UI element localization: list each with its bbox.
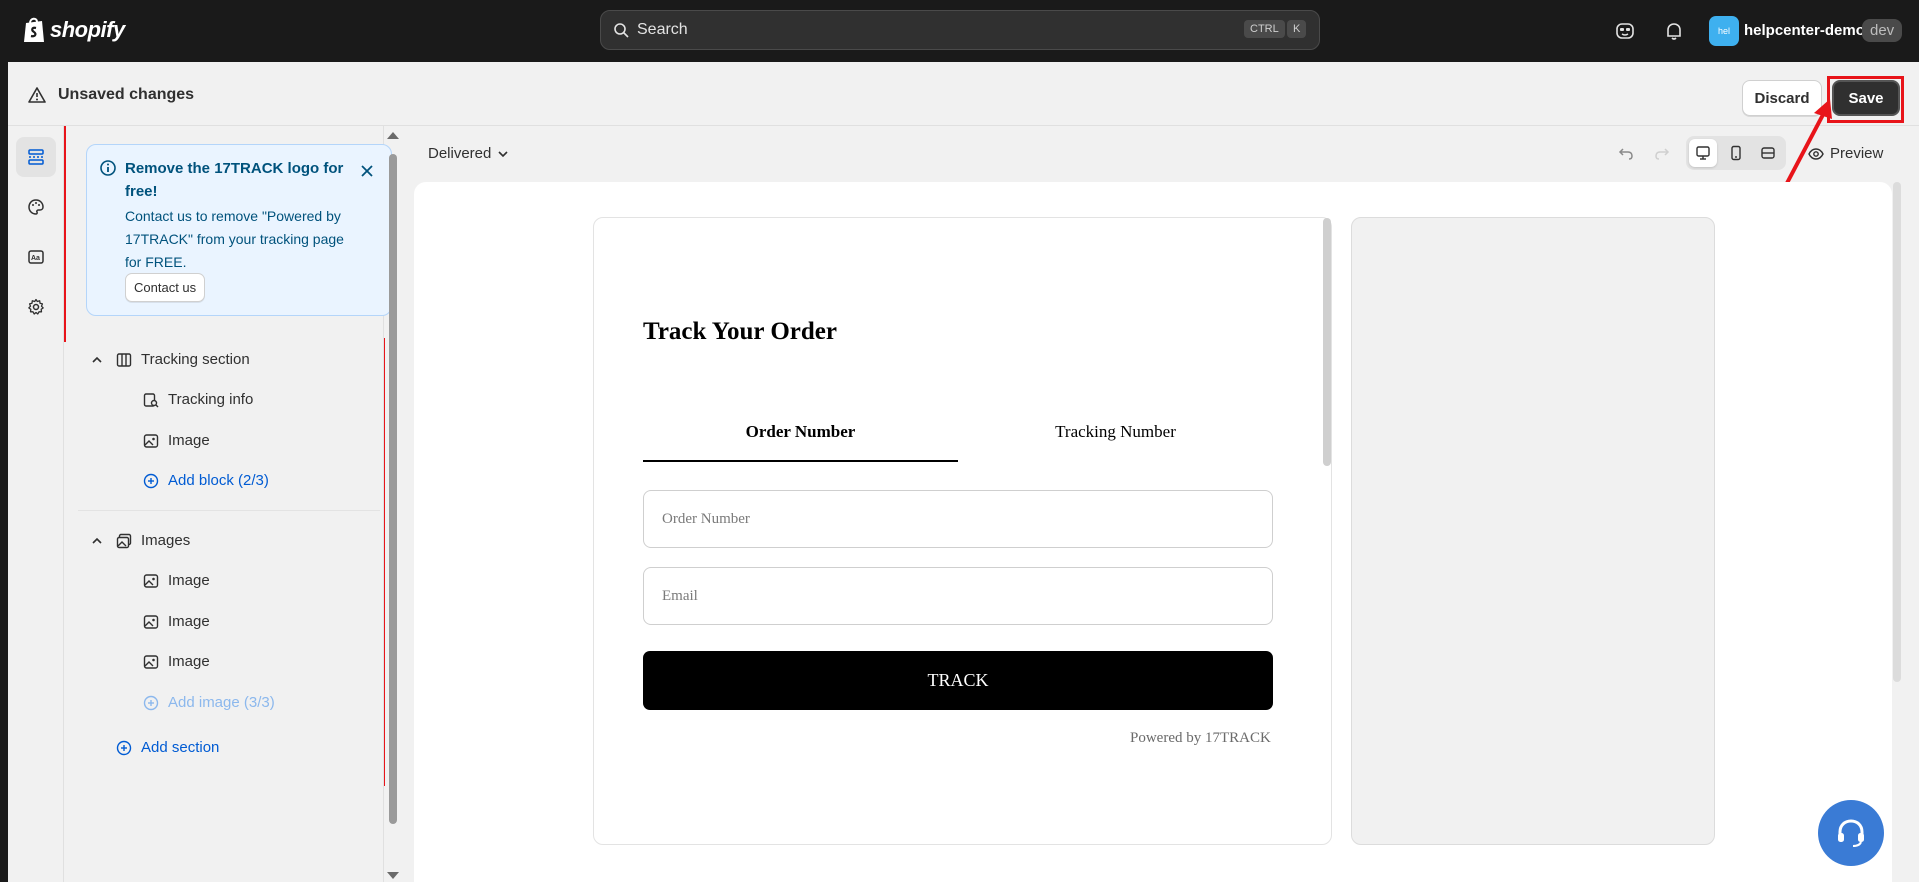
status-value: Delivered [428, 145, 492, 162]
add-block-button[interactable]: Add block (2/3) [143, 472, 269, 489]
redo-icon[interactable] [1653, 144, 1671, 162]
add-section-button[interactable]: Add section [116, 739, 219, 756]
rail-theme-button[interactable] [16, 187, 56, 227]
image-icon [143, 654, 159, 669]
powered-by-text: Powered by 17TRACK [1130, 730, 1271, 746]
brand-name: shopify [50, 16, 125, 42]
tracking-section-row[interactable]: Tracking section [90, 351, 250, 368]
image-label: Image [168, 572, 210, 589]
upgrade-banner: Remove the 17TRACK logo for free! Contac… [86, 144, 392, 316]
kbd-ctrl: CTRL [1244, 20, 1285, 38]
plus-circle-icon [143, 473, 159, 488]
image-row[interactable]: Image [143, 653, 210, 670]
add-image-label: Add image (3/3) [168, 694, 275, 711]
columns-icon [116, 352, 132, 367]
plus-circle-icon [143, 695, 159, 710]
tree-divider [78, 510, 380, 511]
eye-icon [1808, 147, 1824, 160]
email-input[interactable]: Email [643, 567, 1273, 625]
kbd-k: K [1287, 20, 1307, 38]
sections-icon [28, 149, 44, 165]
left-rail: Aa [8, 126, 64, 882]
banner-body: Contact us to remove "Powered by 17TRACK… [125, 208, 344, 270]
images-section-label: Images [141, 532, 191, 549]
top-bar: shopify Search CTRL K hel helpcenter-dem… [0, 0, 1919, 62]
active-tab-underline [643, 460, 958, 462]
undo-icon[interactable] [1617, 144, 1635, 162]
headset-icon [1838, 819, 1864, 847]
mobile-view-button[interactable] [1722, 139, 1750, 167]
info-icon [100, 160, 116, 176]
palette-icon [28, 199, 44, 215]
image-label: Image [168, 432, 210, 449]
card-scrollbar[interactable] [1323, 218, 1331, 466]
tab-order-number[interactable]: Order Number [643, 422, 958, 442]
expand-icon [1761, 147, 1775, 159]
desktop-icon [1696, 146, 1710, 160]
rail-language-button[interactable]: Aa [16, 237, 56, 277]
scroll-down-icon[interactable] [387, 872, 399, 879]
tracking-info-row[interactable]: Tracking info [143, 391, 253, 408]
preview-button[interactable]: Preview [1808, 145, 1883, 162]
translate-icon: Aa [28, 250, 44, 264]
add-image-button: Add image (3/3) [143, 694, 275, 711]
annotation-arrow-icon [1784, 99, 1832, 186]
help-chat-button[interactable] [1818, 800, 1884, 866]
track-button[interactable]: TRACK [643, 651, 1273, 710]
bell-icon[interactable] [1663, 20, 1685, 42]
shopify-logo[interactable]: shopify [22, 16, 125, 43]
tracking-section-label: Tracking section [141, 351, 250, 368]
add-section-label: Add section [141, 739, 220, 756]
track-title: Track Your Order [643, 318, 837, 345]
preview-label: Preview [1830, 145, 1884, 162]
desktop-view-button[interactable] [1689, 139, 1717, 167]
store-avatar[interactable]: hel [1709, 16, 1739, 46]
image-icon [143, 573, 159, 588]
banner-title: Remove the 17TRACK logo for free! [125, 160, 344, 200]
chevron-up-icon[interactable] [90, 534, 104, 548]
tab-tracking-number[interactable]: Tracking Number [958, 422, 1273, 442]
search-icon [614, 23, 629, 38]
images-section-row[interactable]: Images [90, 532, 190, 549]
store-env-badge: dev [1862, 19, 1903, 42]
rail-sections-button[interactable] [16, 137, 56, 177]
scroll-up-icon[interactable] [387, 132, 399, 139]
add-block-label: Add block (2/3) [168, 472, 269, 489]
fullwidth-view-button[interactable] [1754, 139, 1782, 167]
unsaved-changes-bar: Unsaved changes Discard Save [8, 62, 1919, 126]
image-row[interactable]: Image [143, 432, 210, 449]
mobile-icon [1731, 145, 1741, 161]
unsaved-title: Unsaved changes [58, 86, 195, 103]
tracking-info-label: Tracking info [168, 391, 254, 408]
sidekick-icon[interactable] [1614, 20, 1636, 42]
gear-icon [28, 298, 44, 315]
tracking-search-icon [143, 392, 159, 407]
image-icon [143, 614, 159, 629]
status-dropdown[interactable]: Delivered [428, 145, 509, 162]
search-placeholder: Search [637, 21, 688, 38]
plus-circle-icon [116, 740, 132, 755]
image-label: Image [168, 653, 210, 670]
panel-scroll-thumb[interactable] [389, 154, 397, 824]
svg-text:Aa: Aa [31, 255, 40, 262]
device-toggle-group [1686, 136, 1786, 170]
store-name[interactable]: helpcenter-demo [1744, 22, 1865, 39]
order-number-input[interactable]: Order Number [643, 490, 1273, 548]
contact-us-button[interactable]: Contact us [125, 273, 206, 302]
image-row[interactable]: Image [143, 613, 210, 630]
image-placeholder-card [1351, 217, 1715, 845]
shopify-bag-icon [24, 17, 44, 42]
panel-scrollbar[interactable] [386, 130, 400, 882]
image-icon [143, 433, 159, 448]
chevron-down-icon [498, 150, 508, 157]
image-row[interactable]: Image [143, 572, 210, 589]
chevron-up-icon[interactable] [90, 353, 104, 367]
close-icon[interactable] [359, 163, 375, 179]
rail-settings-button[interactable] [16, 287, 56, 327]
images-icon [116, 533, 132, 548]
image-label: Image [168, 613, 210, 630]
search-input[interactable]: Search CTRL K [600, 10, 1320, 50]
canvas-scrollbar[interactable] [1893, 182, 1901, 682]
warning-icon [28, 87, 46, 103]
